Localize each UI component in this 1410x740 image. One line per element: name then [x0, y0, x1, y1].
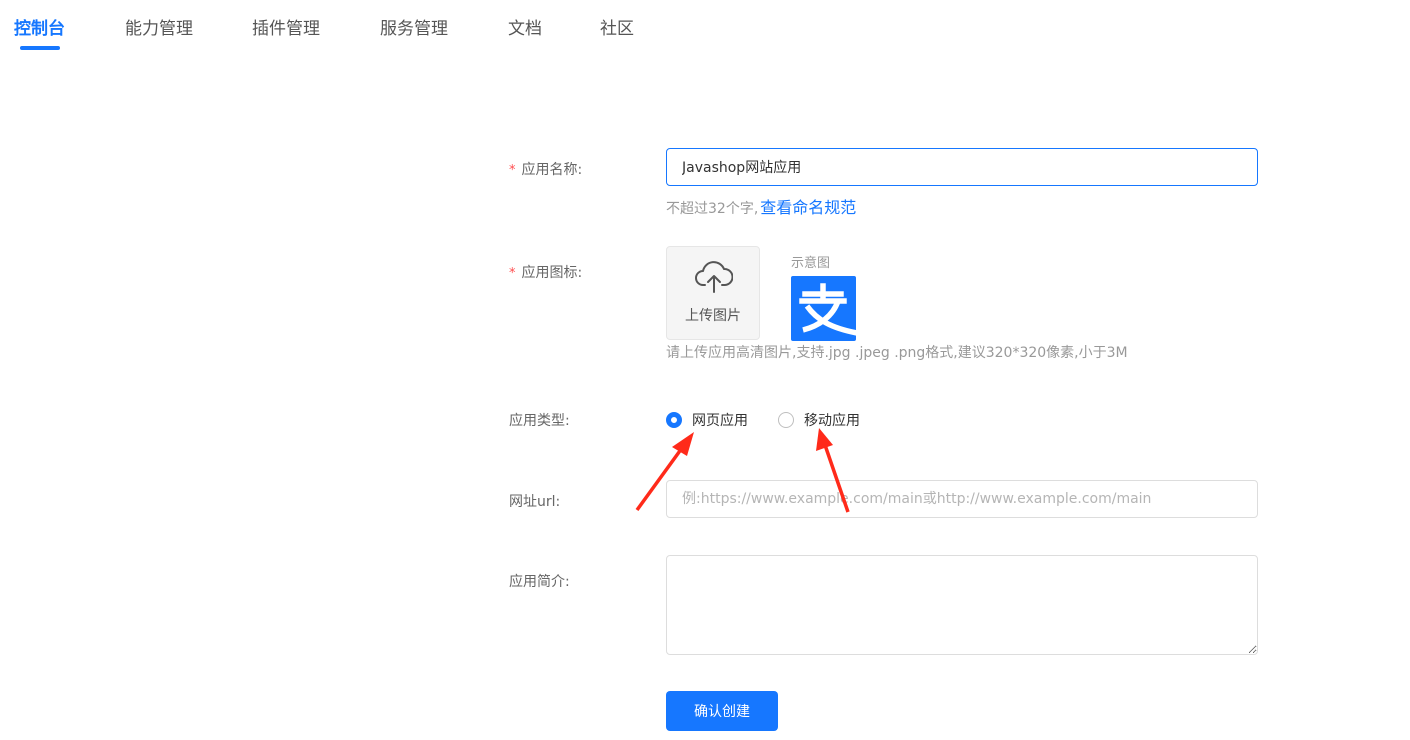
url-label: 网址url: [509, 494, 561, 510]
app-type-label: 应用类型: [509, 413, 570, 429]
app-name-input[interactable] [666, 148, 1258, 186]
url-input[interactable] [666, 480, 1258, 518]
app-name-label: * 应用名称: [509, 162, 583, 178]
app-icon-hint: 请上传应用高清图片,支持.jpg .jpeg .png格式,建议320*320像… [666, 345, 1128, 361]
radio-web-app[interactable]: 网页应用 [666, 410, 748, 430]
confirm-create-button[interactable]: 确认创建 [666, 691, 778, 731]
tab-plugin-management[interactable]: 插件管理 [252, 14, 320, 39]
radio-mobile-app[interactable]: 移动应用 [778, 410, 860, 430]
cloud-upload-icon [695, 261, 733, 293]
upload-image-button[interactable]: 上传图片 [666, 246, 760, 340]
example-label: 示意图 [791, 256, 831, 271]
naming-rules-link[interactable]: 查看命名规范 [760, 198, 856, 217]
tab-community[interactable]: 社区 [600, 14, 634, 39]
app-name-hint: 不超过32个字, 查看命名规范 [666, 198, 857, 217]
description-label: 应用简介: [509, 574, 570, 590]
app-icon-label: * 应用图标: [509, 265, 583, 281]
radio-unchecked-indicator[interactable] [778, 412, 794, 428]
alipay-glyph-icon [799, 283, 856, 336]
required-marker: * [509, 266, 516, 281]
tab-service-management[interactable]: 服务管理 [380, 14, 448, 39]
tab-docs[interactable]: 文档 [508, 14, 542, 39]
tab-capability-management[interactable]: 能力管理 [125, 14, 193, 39]
active-tab-indicator [20, 46, 60, 50]
upload-image-label: 上传图片 [685, 308, 741, 324]
description-textarea[interactable] [666, 555, 1258, 655]
tab-console[interactable]: 控制台 [14, 14, 65, 39]
required-marker: * [509, 163, 516, 178]
top-nav: 控制台 能力管理 插件管理 服务管理 文档 社区 [0, 0, 1410, 56]
radio-checked-indicator[interactable] [666, 412, 682, 428]
alipay-logo [791, 276, 856, 341]
